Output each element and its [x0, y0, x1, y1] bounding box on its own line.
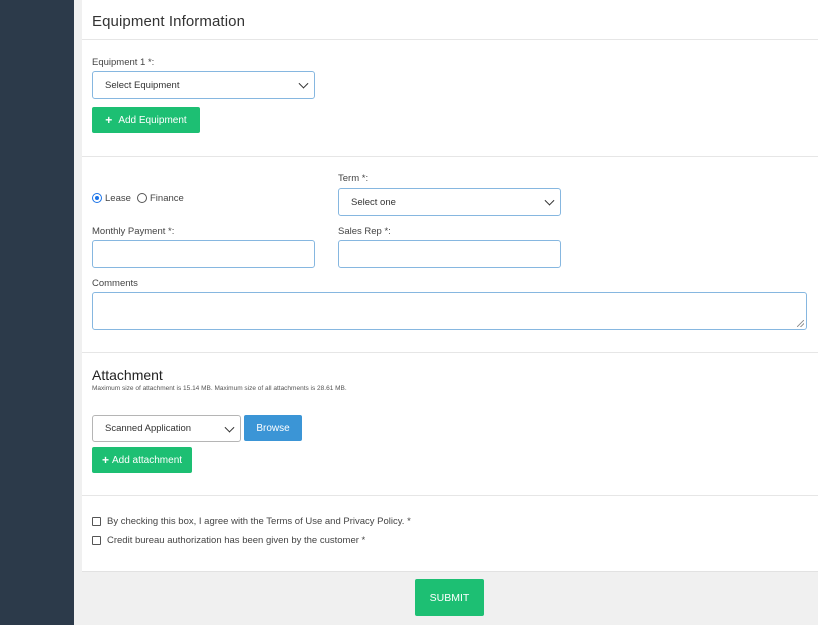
chevron-down-icon — [544, 195, 555, 206]
add-equipment-button[interactable]: + Add Equipment — [92, 107, 200, 133]
chevron-down-icon — [298, 78, 309, 89]
monthly-payment-label: Monthly Payment *: — [92, 226, 175, 237]
term-select-value: Select one — [351, 196, 396, 208]
resize-handle-icon[interactable] — [797, 320, 804, 327]
terms-checkbox[interactable] — [92, 517, 101, 526]
add-attachment-button[interactable]: + Add attachment — [92, 447, 192, 473]
browse-button[interactable]: Browse — [244, 415, 302, 441]
monthly-payment-input[interactable] — [92, 240, 315, 268]
attachment-type-value: Scanned Application — [105, 423, 192, 434]
form-footer: SUBMIT — [82, 571, 818, 625]
chevron-down-icon — [224, 422, 235, 433]
gutter — [74, 0, 82, 625]
sidebar — [0, 0, 74, 625]
finance-label: Finance — [150, 193, 184, 204]
equipment1-select[interactable]: Select Equipment — [92, 71, 315, 99]
credit-authorization-checkbox[interactable] — [92, 536, 101, 545]
attachment-size-note: Maximum size of attachment is 15.14 MB. … — [92, 385, 347, 392]
add-equipment-label: Add Equipment — [118, 114, 187, 126]
divider — [82, 156, 818, 157]
equipment1-label: Equipment 1 *: — [92, 57, 155, 68]
attachment-title: Attachment — [92, 367, 163, 383]
sales-rep-label: Sales Rep *: — [338, 226, 391, 237]
comments-label: Comments — [92, 278, 138, 289]
credit-authorization-label: Credit bureau authorization has been giv… — [107, 535, 366, 546]
lease-label: Lease — [105, 193, 131, 204]
terms-label: By checking this box, I agree with the T… — [107, 516, 411, 527]
equipment-section-title: Equipment Information — [92, 13, 246, 30]
term-select[interactable]: Select one — [338, 188, 561, 216]
submit-button[interactable]: SUBMIT — [415, 579, 484, 616]
equipment1-select-value: Select Equipment — [105, 79, 180, 91]
plus-icon: + — [101, 453, 109, 467]
plus-icon: + — [105, 113, 113, 127]
attachment-type-select[interactable]: Scanned Application — [92, 415, 241, 442]
term-label: Term *: — [338, 173, 369, 184]
divider — [82, 39, 818, 40]
add-attachment-label: Add attachment — [111, 454, 183, 466]
form-panel: Equipment Information Equipment 1 *: Sel… — [82, 0, 818, 571]
divider — [82, 352, 818, 353]
lease-radio[interactable] — [92, 193, 102, 203]
finance-radio[interactable] — [137, 193, 147, 203]
comments-textarea[interactable] — [92, 292, 807, 330]
sales-rep-input[interactable] — [338, 240, 561, 268]
divider — [82, 495, 818, 496]
